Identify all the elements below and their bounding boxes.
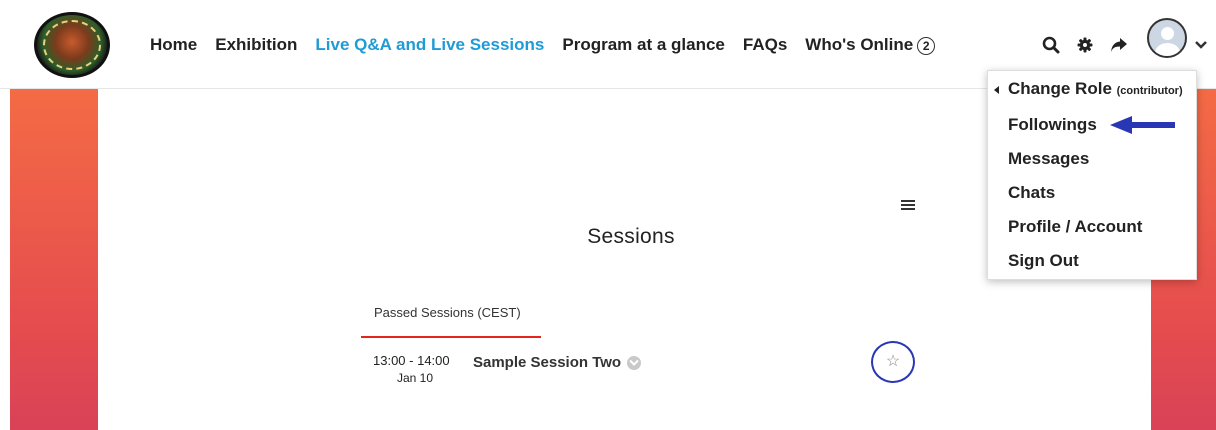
menu-item-profile-account[interactable]: Profile / Account [1008, 217, 1142, 237]
menu-item-followings[interactable]: Followings [1008, 115, 1097, 135]
settings-button[interactable] [1074, 33, 1096, 57]
menu-item-change-role[interactable]: Change Role (contributor) [1008, 79, 1183, 99]
online-count-badge: 2 [917, 36, 936, 55]
search-icon [1042, 36, 1060, 54]
share-icon [1111, 38, 1127, 52]
whos-online-label: Who's Online [805, 35, 914, 54]
main-nav: Home Exhibition Live Q&A and Live Sessio… [150, 33, 936, 57]
nav-item-faqs[interactable]: FAQs [743, 35, 787, 55]
menu-item-sign-out[interactable]: Sign Out [1008, 251, 1079, 271]
session-expand-toggle[interactable] [627, 356, 641, 370]
nav-item-program[interactable]: Program at a glance [562, 35, 725, 55]
star-icon: ☆ [885, 353, 901, 370]
list-view-icon[interactable] [901, 200, 915, 212]
menu-item-chats[interactable]: Chats [1008, 183, 1055, 203]
tab-passed-sessions[interactable]: Passed Sessions (CEST) [361, 304, 541, 338]
menu-item-messages[interactable]: Messages [1008, 149, 1089, 169]
nav-item-home[interactable]: Home [150, 35, 197, 55]
nav-item-live-sessions[interactable]: Live Q&A and Live Sessions [315, 35, 544, 55]
search-button[interactable] [1040, 33, 1062, 57]
annotation-arrow-icon [1110, 116, 1175, 134]
session-title-link[interactable]: Sample Session Two [473, 354, 621, 371]
gear-icon [1077, 37, 1093, 53]
nav-item-exhibition[interactable]: Exhibition [215, 35, 297, 55]
profile-dropdown-menu: Change Role (contributor) Followings Mes… [987, 70, 1197, 280]
site-logo[interactable] [34, 12, 110, 78]
change-role-label: Change Role [1008, 79, 1112, 98]
chevron-down-icon [1195, 41, 1207, 49]
current-role-note: (contributor) [1116, 85, 1183, 97]
follow-session-button[interactable]: ☆ [871, 341, 915, 383]
avatar[interactable] [1147, 18, 1187, 58]
chevron-down-icon [629, 359, 639, 366]
tab-active-underline [361, 336, 541, 338]
session-date: Jan 10 [397, 371, 434, 385]
session-time: 13:00 - 14:00 [373, 353, 450, 368]
nav-item-whos-online[interactable]: Who's Online 2 [805, 35, 936, 55]
caret-left-icon [994, 86, 999, 94]
share-button[interactable] [1108, 33, 1130, 57]
profile-dropdown-toggle[interactable] [1190, 33, 1212, 57]
left-decorative-bar [10, 89, 98, 430]
